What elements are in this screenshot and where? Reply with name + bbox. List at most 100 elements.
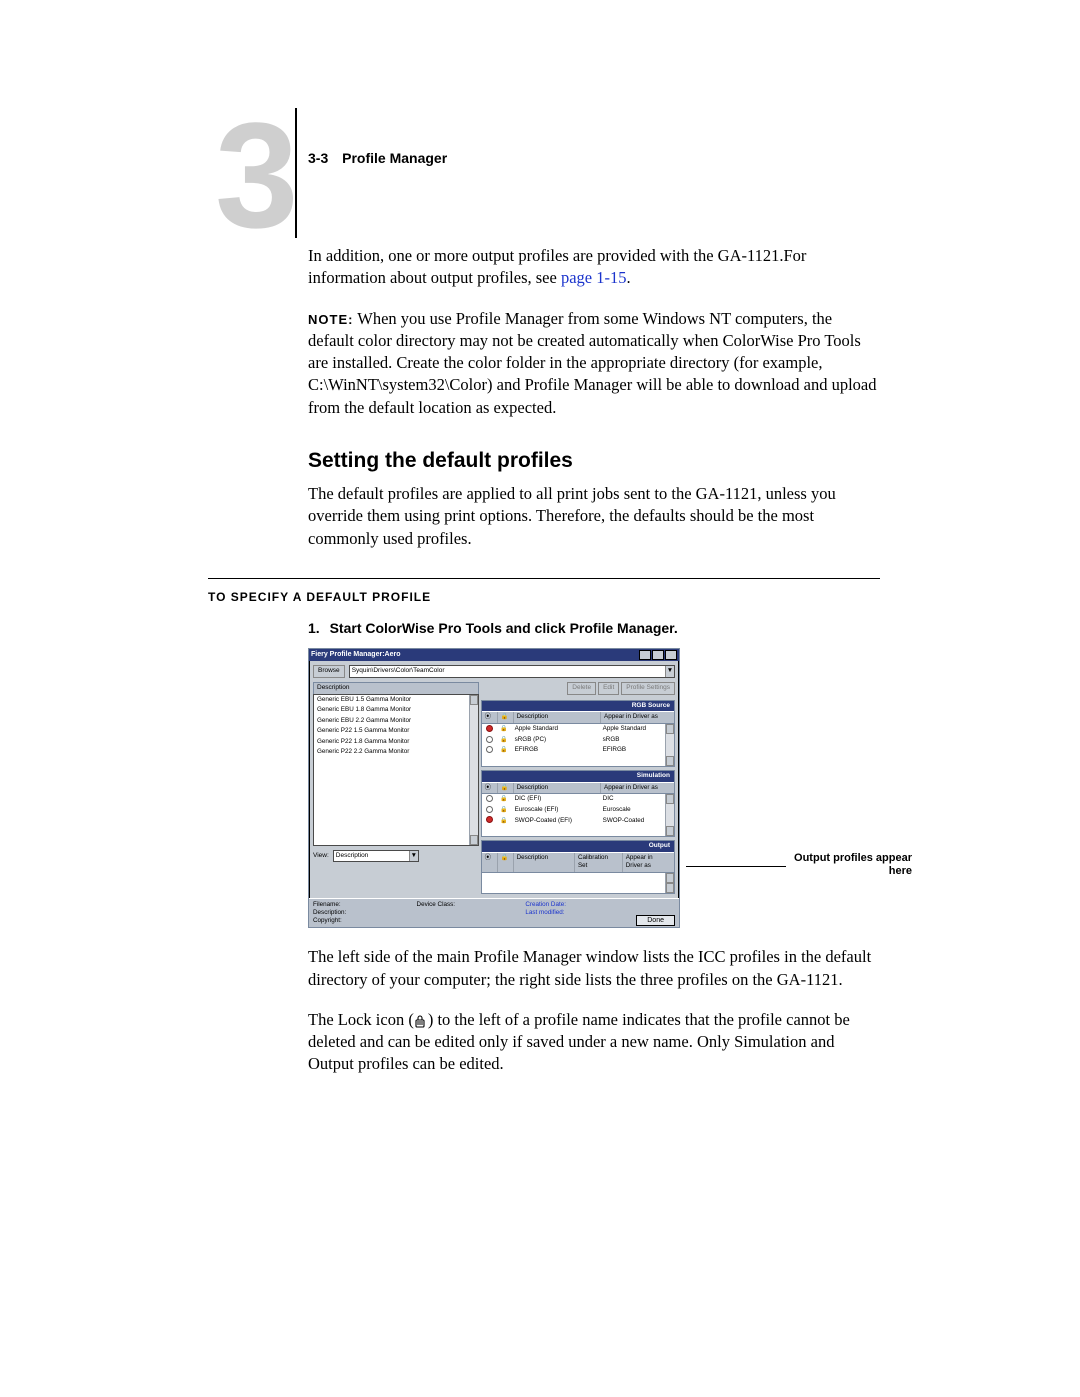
lock-icon: 🔒 [500, 747, 507, 753]
browse-row: Browse Syquin\Drivers\Color\TeamColor ▼ [309, 661, 679, 682]
view-row: View: Description ▼ [313, 846, 479, 863]
scrollbar[interactable] [665, 724, 674, 766]
done-button[interactable]: Done [636, 915, 675, 926]
table-row[interactable]: 🔒 SWOP-Coated (EFI) SWOP-Coated [482, 815, 674, 826]
scrollbar[interactable] [665, 794, 674, 836]
browse-button[interactable]: Browse [313, 665, 345, 678]
section-paragraph: The default profiles are applied to all … [308, 483, 880, 550]
panel-header-row: ⦿ 🔒 Description Appear in Driver as [482, 711, 674, 724]
output-panel: Output ⦿ 🔒 Description Calibration Set A… [481, 840, 675, 894]
lock-icon: 🔒 [500, 796, 507, 802]
chevron-down-icon[interactable]: ▼ [665, 666, 674, 677]
profile-settings-button[interactable]: Profile Settings [621, 682, 675, 695]
list-item[interactable]: Generic P22 1.5 Gamma Monitor [314, 726, 478, 737]
default-radio-icon[interactable] [486, 725, 493, 732]
local-list-header: Description [313, 682, 479, 694]
lock-icon: 🔒 [500, 726, 507, 732]
section-title: Profile Manager [342, 150, 447, 166]
note-paragraph: NOTE: When you use Profile Manager from … [308, 308, 880, 419]
list-item[interactable]: Generic EBU 1.5 Gamma Monitor [314, 695, 478, 706]
col-description: Description [514, 853, 575, 872]
profile-manager-window: Fiery Profile Manager:Aero Browse Syquin… [308, 648, 680, 928]
page: 3 3-3 Profile Manager In addition, one o… [0, 0, 1080, 1397]
table-row[interactable]: 🔒 EFIRGB EFIRGB [482, 745, 674, 756]
table-row[interactable]: 🔒 sRGB (PC) sRGB [482, 735, 674, 746]
list-item[interactable]: Generic P22 1.8 Gamma Monitor [314, 737, 478, 748]
lock-col-icon: 🔒 [498, 712, 514, 723]
maximize-button[interactable] [652, 650, 664, 660]
xref-page-1-15[interactable]: page 1-15 [561, 268, 627, 287]
info-left: Filename: Description: Copyright: [313, 901, 346, 926]
note-label: NOTE: [308, 312, 353, 327]
scrollbar[interactable] [665, 873, 674, 893]
running-head: 3-3 Profile Manager [308, 150, 447, 166]
procedure-step-1: 1. Start ColorWise Pro Tools and click P… [308, 619, 880, 638]
screenshot-figure: Fiery Profile Manager:Aero Browse Syquin… [308, 648, 878, 928]
minimize-button[interactable] [639, 650, 651, 660]
info-copyright-label: Copyright: [313, 917, 346, 925]
col-calibration: Calibration Set [575, 853, 623, 872]
default-radio-icon[interactable] [486, 746, 493, 753]
rgb-source-panel: RGB Source ⦿ 🔒 Description Appear in Dri… [481, 700, 675, 767]
lock-icon: 🔒 [500, 737, 507, 743]
default-radio-icon[interactable] [486, 795, 493, 802]
local-profiles-list[interactable]: Generic EBU 1.5 Gamma Monitor Generic EB… [313, 694, 479, 846]
info-device-label: Device Class: [417, 901, 456, 909]
page-number: 3-3 [308, 150, 328, 166]
list-item[interactable]: Generic EBU 1.8 Gamma Monitor [314, 705, 478, 716]
info-modified-label: Last modified: [525, 909, 566, 917]
panel-title: Output [482, 841, 674, 852]
panes: Description Generic EBU 1.5 Gamma Monito… [309, 682, 679, 898]
info-strip: Filename: Description: Copyright: Device… [309, 898, 679, 928]
chapter-number-watermark: 3 [215, 100, 298, 250]
table-row[interactable]: 🔒 Euroscale (EFI) Euroscale [482, 805, 674, 816]
step-text: Start ColorWise Pro Tools and click Prof… [330, 620, 678, 636]
procedure-label: To specify a default profile [208, 589, 880, 605]
panel-body: 🔒 DIC (EFI) DIC 🔒 Euroscale (EFI) Eurosc… [482, 794, 674, 836]
col-description: Description [514, 712, 601, 723]
info-created-label: Creation Date: [525, 901, 566, 909]
after-shot-paragraph-2: The Lock icon ( ) to the left of a profi… [308, 1009, 880, 1076]
default-col-icon: ⦿ [482, 783, 498, 794]
lock-icon [414, 1014, 428, 1028]
edit-button[interactable]: Edit [598, 682, 619, 695]
after-shot-paragraph-1: The left side of the main Profile Manage… [308, 946, 880, 991]
list-item[interactable]: Generic P22 2.2 Gamma Monitor [314, 747, 478, 758]
scrollbar[interactable] [469, 695, 478, 845]
browse-path-value: Syquin\Drivers\Color\TeamColor [352, 667, 445, 676]
simulation-panel: Simulation ⦿ 🔒 Description Appear in Dri… [481, 770, 675, 837]
default-radio-icon[interactable] [486, 736, 493, 743]
default-radio-icon[interactable] [486, 816, 493, 823]
panel-header-row: ⦿ 🔒 Description Appear in Driver as [482, 782, 674, 795]
panel-title: RGB Source [482, 701, 674, 712]
table-row[interactable]: 🔒 DIC (EFI) DIC [482, 794, 674, 805]
procedure-rule [208, 578, 880, 579]
view-label: View: [313, 852, 329, 861]
col-appear-as: Appear in Driver as [601, 783, 674, 794]
header-divider [295, 108, 297, 238]
list-item[interactable]: Generic EBU 2.2 Gamma Monitor [314, 716, 478, 727]
lock-icon: 🔒 [500, 818, 507, 824]
callout-text: Output profiles appear here [792, 852, 912, 878]
lock-col-icon: 🔒 [498, 853, 514, 872]
callout-leader-line [686, 866, 786, 867]
lock-icon: 🔒 [500, 807, 507, 813]
default-radio-icon[interactable] [486, 806, 493, 813]
default-col-icon: ⦿ [482, 853, 498, 872]
panel-body: 🔒 Apple Standard Apple Standard 🔒 sRGB (… [482, 724, 674, 766]
window-title: Fiery Profile Manager:Aero [311, 650, 400, 659]
body-column: In addition, one or more output profiles… [308, 245, 880, 1076]
info-description-label: Description: [313, 909, 346, 917]
info-filename-label: Filename: [313, 901, 346, 909]
window-titlebar: Fiery Profile Manager:Aero [309, 649, 679, 661]
view-combo[interactable]: Description ▼ [333, 850, 419, 863]
step-number: 1. [308, 620, 320, 636]
chevron-down-icon[interactable]: ▼ [409, 851, 418, 862]
browse-path-combo[interactable]: Syquin\Drivers\Color\TeamColor ▼ [349, 665, 675, 678]
delete-button[interactable]: Delete [567, 682, 596, 695]
panel-body [482, 873, 674, 893]
table-row[interactable]: 🔒 Apple Standard Apple Standard [482, 724, 674, 735]
close-button[interactable] [665, 650, 677, 660]
section-heading: Setting the default profiles [308, 447, 880, 475]
info-mid: Device Class: [417, 901, 456, 926]
